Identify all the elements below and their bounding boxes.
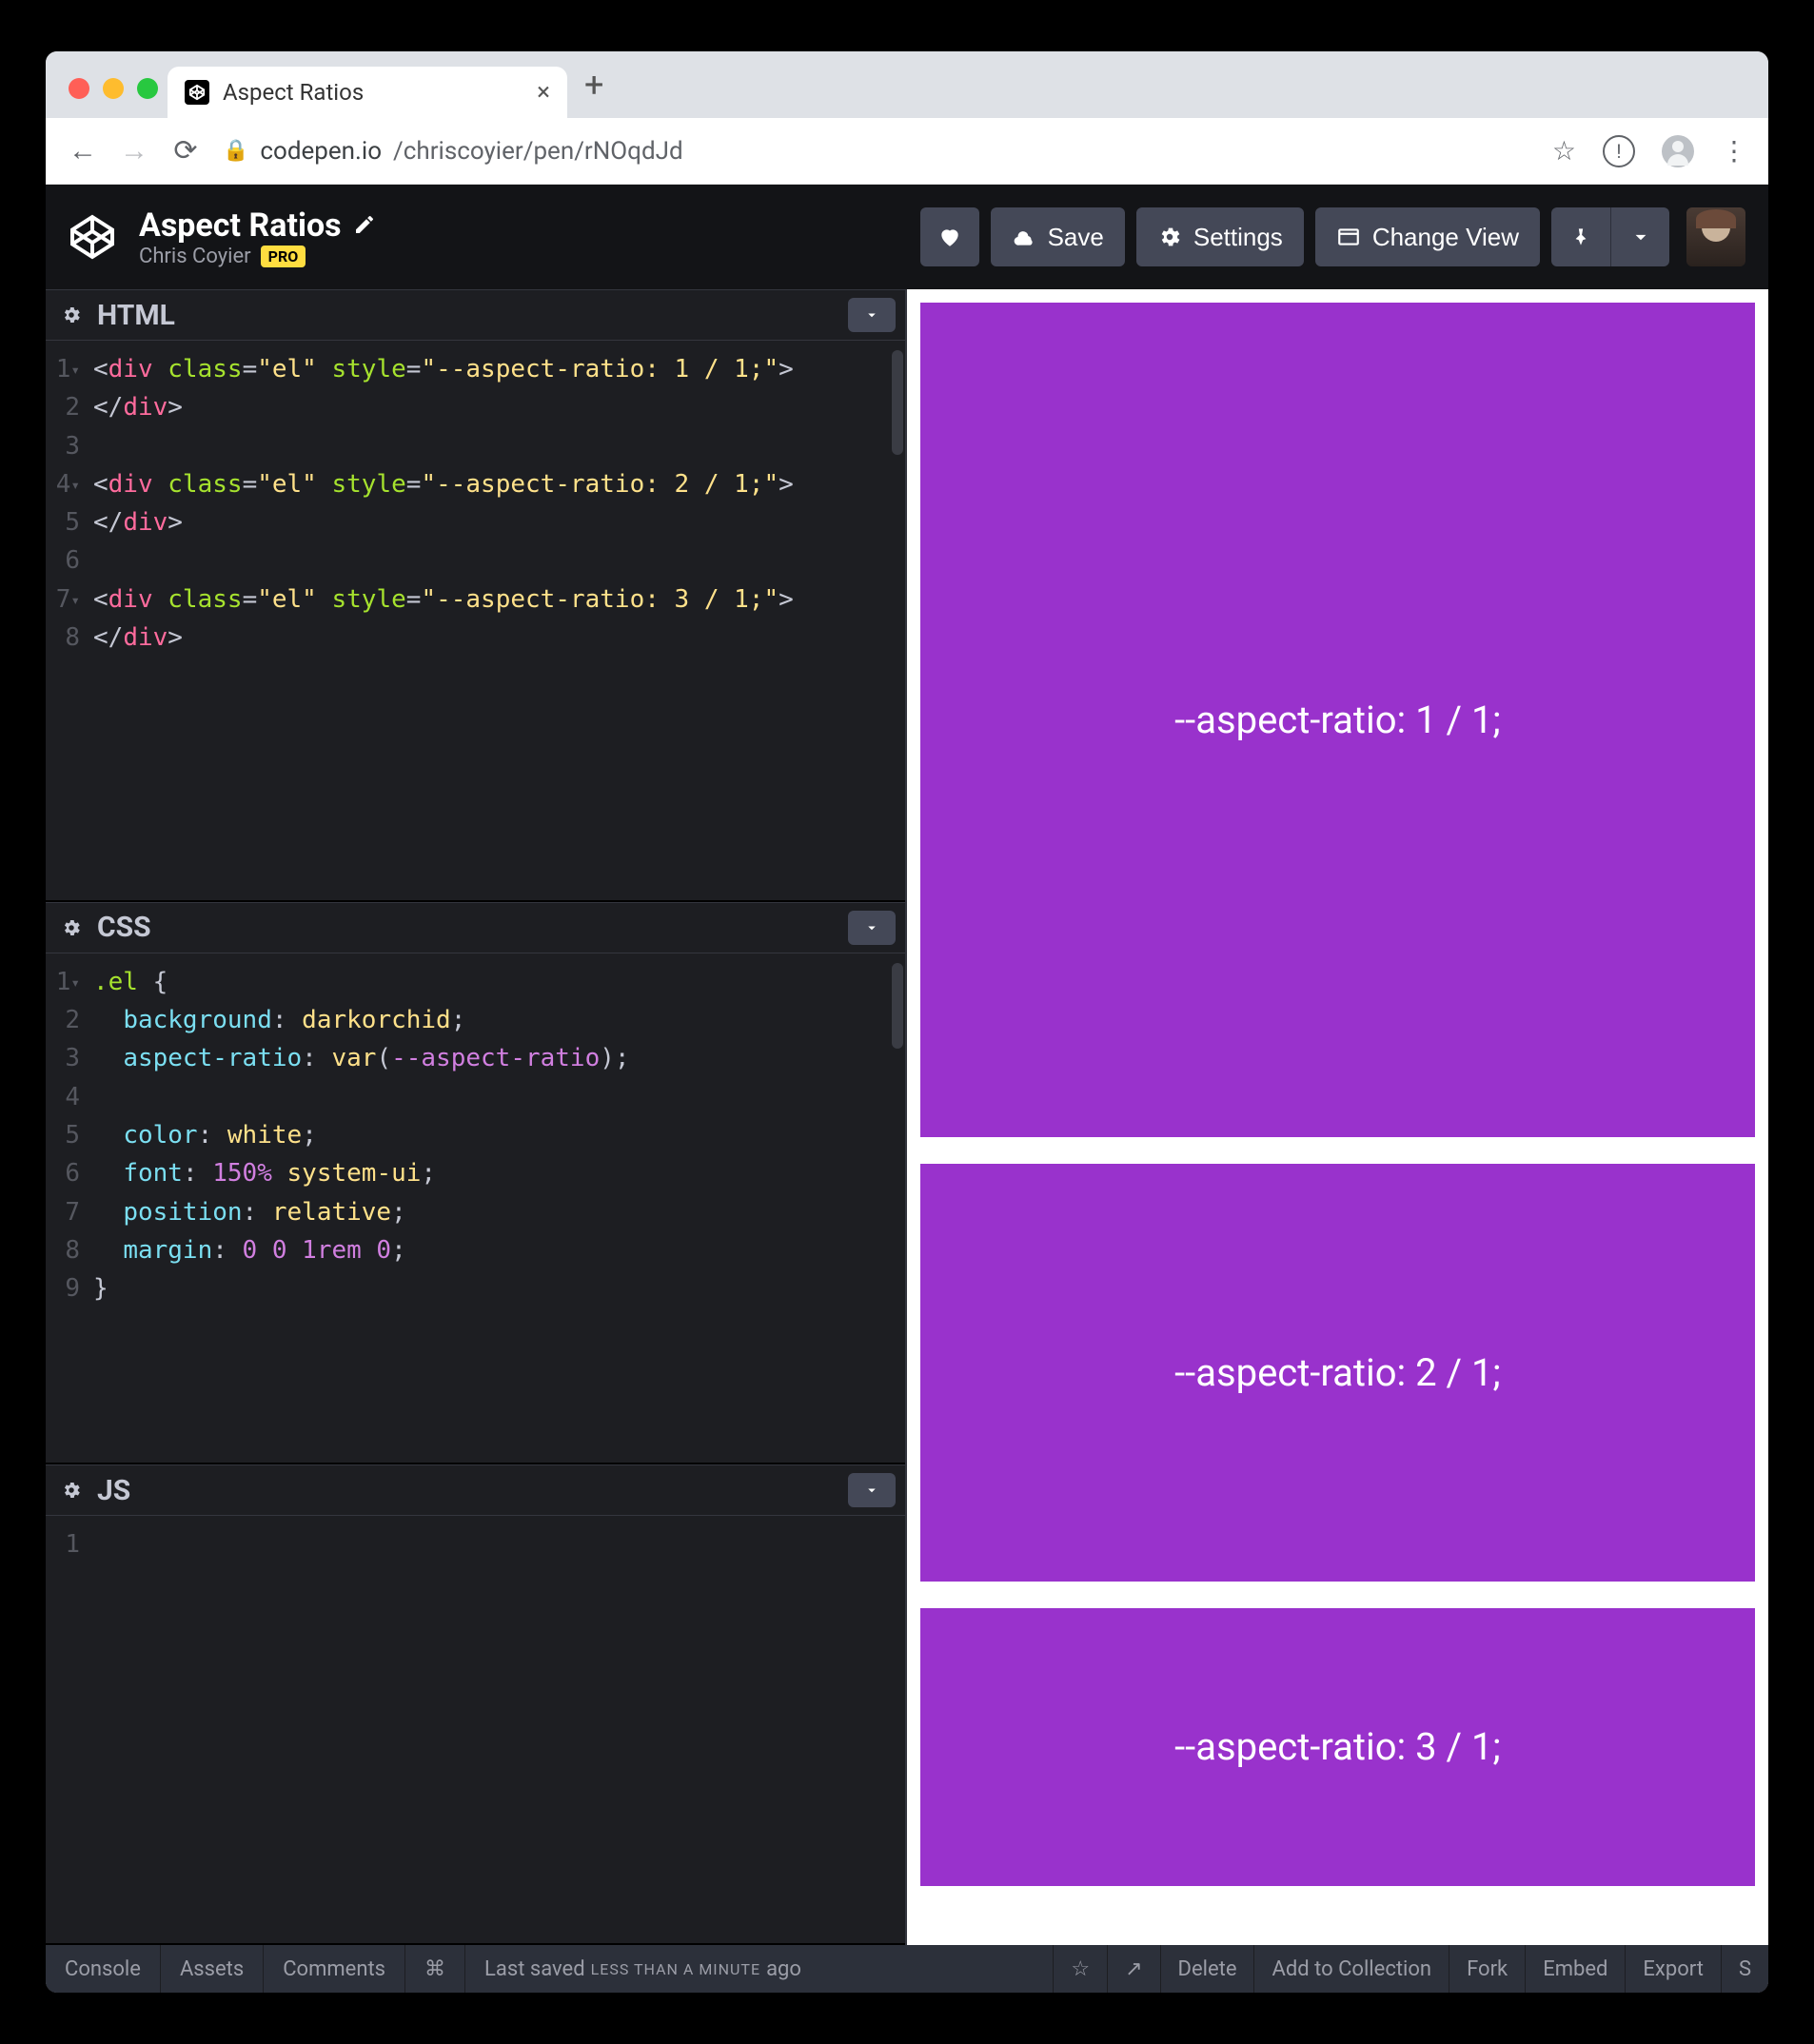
close-tab-icon[interactable]: × (537, 78, 550, 107)
forward-button[interactable]: → (120, 134, 148, 167)
close-window-button[interactable] (69, 78, 89, 99)
url-path: /chriscoyier/pen/rNOqdJd (393, 137, 683, 166)
console-button[interactable]: Console (46, 1945, 161, 1993)
star-icon[interactable]: ☆ (1552, 135, 1576, 167)
save-label: Save (1048, 223, 1104, 252)
css-editor[interactable]: 1▾ 2 3 4 5 6 7 8 9 .el { background: dar… (46, 953, 905, 1464)
minimize-window-button[interactable] (103, 78, 124, 99)
codepen-app: Aspect Ratios Chris Coyier PRO Save (46, 185, 1768, 1993)
html-editor[interactable]: 1▾ 2 3 4▾ 5 6 7▾ 8 <div class="el" style… (46, 341, 905, 900)
pin-dropdown-button[interactable] (1610, 207, 1669, 266)
preview-box-2: --aspect-ratio: 2 / 1; (920, 1164, 1755, 1582)
preview-box-1: --aspect-ratio: 1 / 1; (920, 303, 1755, 1137)
js-panel: JS 1 (46, 1464, 905, 1945)
edit-title-icon[interactable] (353, 206, 376, 245)
html-source: <div class="el" style="--aspect-ratio: 1… (89, 341, 805, 900)
codepen-footer: Console Assets Comments ⌘ Last saved LES… (46, 1945, 1768, 1993)
css-panel: CSS 1▾ 2 3 4 5 6 7 8 9 .el { background:… (46, 902, 905, 1465)
css-settings-icon[interactable] (46, 917, 97, 938)
kebab-menu-icon[interactable]: ⋮ (1721, 135, 1745, 167)
change-view-label: Change View (1372, 223, 1519, 252)
html-scrollbar[interactable] (892, 350, 903, 455)
reload-button[interactable]: ⟳ (171, 134, 200, 167)
editors-column: HTML 1▾ 2 3 4▾ 5 6 7▾ 8 <div class="el" … (46, 289, 907, 1945)
profile-avatar-icon[interactable] (1662, 135, 1694, 167)
css-panel-title: CSS (97, 911, 151, 944)
codepen-body: HTML 1▾ 2 3 4▾ 5 6 7▾ 8 <div class="el" … (46, 289, 1768, 1945)
browser-window: Aspect Ratios × + ← → ⟳ 🔒 codepen.io/chr… (46, 51, 1768, 1993)
add-to-collection-button[interactable]: Add to Collection (1253, 1945, 1449, 1993)
pen-title: Aspect Ratios (139, 206, 342, 245)
new-tab-button[interactable]: + (567, 65, 621, 118)
window-controls (63, 78, 168, 118)
settings-label: Settings (1193, 223, 1283, 252)
html-settings-icon[interactable] (46, 305, 97, 325)
info-icon[interactable]: ! (1603, 135, 1635, 167)
open-external-icon[interactable]: ↗ (1107, 1945, 1159, 1993)
address-bar[interactable]: 🔒 codepen.io/chriscoyier/pen/rNOqdJd (223, 137, 1529, 166)
css-scrollbar[interactable] (892, 963, 903, 1049)
embed-button[interactable]: Embed (1525, 1945, 1625, 1993)
delete-button[interactable]: Delete (1160, 1945, 1254, 1993)
settings-button[interactable]: Settings (1136, 207, 1304, 266)
fork-button[interactable]: Fork (1449, 1945, 1525, 1993)
js-collapse-button[interactable] (848, 1473, 896, 1507)
heart-button[interactable] (920, 207, 979, 266)
url-host: codepen.io (260, 137, 382, 166)
html-panel-title: HTML (97, 299, 175, 332)
html-collapse-button[interactable] (848, 298, 896, 332)
comments-button[interactable]: Comments (264, 1945, 405, 1993)
pen-author[interactable]: Chris Coyier (139, 245, 251, 268)
share-button[interactable]: S (1721, 1945, 1768, 1993)
change-view-button[interactable]: Change View (1315, 207, 1540, 266)
save-button[interactable]: Save (991, 207, 1125, 266)
browser-tab[interactable]: Aspect Ratios × (168, 67, 567, 118)
last-saved-status: Last saved LESS THAN A MINUTE ago (465, 1957, 820, 1981)
shortcuts-button[interactable]: ⌘ (405, 1945, 465, 1993)
js-panel-title: JS (97, 1474, 130, 1507)
codepen-logo-icon (69, 213, 116, 261)
assets-button[interactable]: Assets (161, 1945, 264, 1993)
star-footer-icon[interactable]: ☆ (1053, 1945, 1107, 1993)
export-button[interactable]: Export (1625, 1945, 1721, 1993)
js-source (89, 1516, 105, 1943)
css-source: .el { background: darkorchid; aspect-rat… (89, 953, 641, 1464)
codepen-favicon (185, 80, 209, 105)
js-editor[interactable]: 1 (46, 1516, 905, 1943)
html-panel: HTML 1▾ 2 3 4▾ 5 6 7▾ 8 <div class="el" … (46, 289, 905, 902)
js-settings-icon[interactable] (46, 1480, 97, 1501)
lock-icon: 🔒 (223, 139, 248, 163)
codepen-header: Aspect Ratios Chris Coyier PRO Save (46, 185, 1768, 289)
css-collapse-button[interactable] (848, 911, 896, 945)
js-gutter: 1 (46, 1516, 89, 1943)
html-gutter: 1▾ 2 3 4▾ 5 6 7▾ 8 (46, 341, 89, 900)
css-gutter: 1▾ 2 3 4 5 6 7 8 9 (46, 953, 89, 1464)
preview-box-3: --aspect-ratio: 3 / 1; (920, 1608, 1755, 1886)
user-avatar[interactable] (1686, 207, 1745, 266)
pro-badge: PRO (261, 246, 306, 267)
tab-title: Aspect Ratios (223, 79, 364, 106)
back-button[interactable]: ← (69, 134, 97, 167)
preview-pane: --aspect-ratio: 1 / 1; --aspect-ratio: 2… (907, 289, 1768, 1945)
maximize-window-button[interactable] (137, 78, 158, 99)
pin-button[interactable] (1551, 207, 1610, 266)
browser-toolbar: ← → ⟳ 🔒 codepen.io/chriscoyier/pen/rNOqd… (46, 118, 1768, 185)
chrome-tab-strip: Aspect Ratios × + (46, 51, 1768, 118)
